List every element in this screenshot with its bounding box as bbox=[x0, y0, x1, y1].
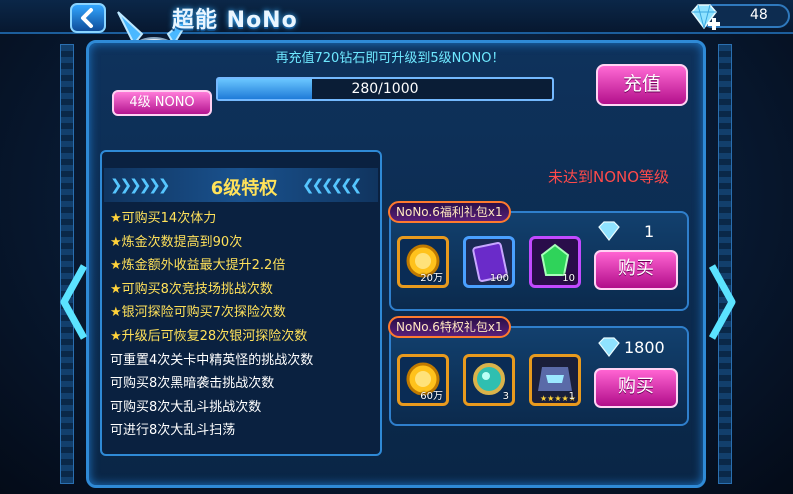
level-requirement-warning: 未达到NONO等级 bbox=[548, 168, 670, 186]
privilege-item: 可购买8次大乱斗挑战次数 bbox=[110, 399, 262, 415]
pack-1-price: 1 bbox=[644, 222, 655, 241]
pack-1-item-gold-coin-icon[interactable]: 20万 bbox=[397, 236, 449, 288]
upgrade-banner: 再充值720钻石即可升级到5级NONO！ bbox=[275, 51, 505, 66]
vip-progress-text: 280/1000 bbox=[351, 81, 419, 97]
diamond-plus-icon[interactable] bbox=[686, 2, 722, 34]
vip-progress-bar: 280/1000 bbox=[216, 77, 554, 101]
privilege-item: 银河探险可购买7次探险次数 bbox=[110, 301, 380, 325]
pack-2-item-robot-portrait-icon[interactable]: ★★★★★ 1 bbox=[529, 354, 581, 406]
pack-label-1: NoNo.6福利礼包x1 bbox=[388, 201, 511, 223]
privilege-item: 升级后可恢复28次银河探险次数 bbox=[110, 325, 380, 349]
back-arrow-icon bbox=[81, 8, 93, 28]
diamond-icon bbox=[598, 337, 620, 357]
level-badge: 4级 NONO bbox=[112, 90, 212, 116]
pack-label-2: NoNo.6特权礼包x1 bbox=[388, 316, 511, 338]
pack-2-item-qty: 1 bbox=[568, 391, 575, 402]
privilege-item: 可购买8次黑暗袭击挑战次数 bbox=[110, 376, 275, 392]
diamond-icon bbox=[598, 221, 620, 241]
pack-1-item-qty: 20万 bbox=[420, 273, 443, 284]
pack-2-item-gold-coin-icon[interactable]: 60万 bbox=[397, 354, 449, 406]
privilege-title: 6级特权 bbox=[210, 178, 278, 199]
pack-1-item-qty: 10 bbox=[562, 273, 575, 284]
pack-1-buy-button[interactable]: 购买 bbox=[594, 250, 678, 290]
chevrons-right-icon: ❯❯❯❯❯❯ bbox=[110, 176, 170, 194]
privilege-item: 可购买14次体力 bbox=[110, 207, 380, 231]
pack-1-item-qty: 100 bbox=[489, 273, 509, 284]
privilege-item: 可购买8次竞技场挑战次数 bbox=[110, 278, 380, 302]
pack-2-item-qty: 60万 bbox=[420, 391, 443, 402]
privilege-item: 炼金次数提高到90次 bbox=[110, 231, 380, 255]
privilege-item: 炼金额外收益最大提升2.2倍 bbox=[110, 254, 380, 278]
back-button[interactable] bbox=[70, 3, 106, 33]
prev-page-arrow-icon[interactable] bbox=[58, 262, 88, 342]
privilege-item: 可进行8次大乱斗扫荡 bbox=[110, 423, 236, 439]
pack-1-item-green-gem-icon[interactable]: 10 bbox=[529, 236, 581, 288]
pack-2-item-qty: 3 bbox=[502, 391, 509, 402]
privilege-list: 可购买14次体力炼金次数提高到90次炼金额外收益最大提升2.2倍可购买8次竞技场… bbox=[110, 207, 380, 443]
pack-2-item-cyan-orb-icon[interactable]: 3 bbox=[463, 354, 515, 406]
privilege-item: 可重置4次关卡中精英怪的挑战次数 bbox=[110, 352, 314, 368]
next-page-arrow-icon[interactable] bbox=[708, 262, 738, 342]
gem-count: 48 bbox=[750, 7, 768, 23]
pack-1-item-purple-card-icon[interactable]: 100 bbox=[463, 236, 515, 288]
pack-2-buy-button[interactable]: 购买 bbox=[594, 368, 678, 408]
pack-2-price: 1800 bbox=[624, 338, 665, 357]
recharge-button[interactable]: 充值 bbox=[596, 64, 688, 106]
chevrons-left-icon: ❮❮❮❮❮❮ bbox=[302, 176, 362, 194]
page-title: 超能 NoNo bbox=[172, 8, 298, 33]
